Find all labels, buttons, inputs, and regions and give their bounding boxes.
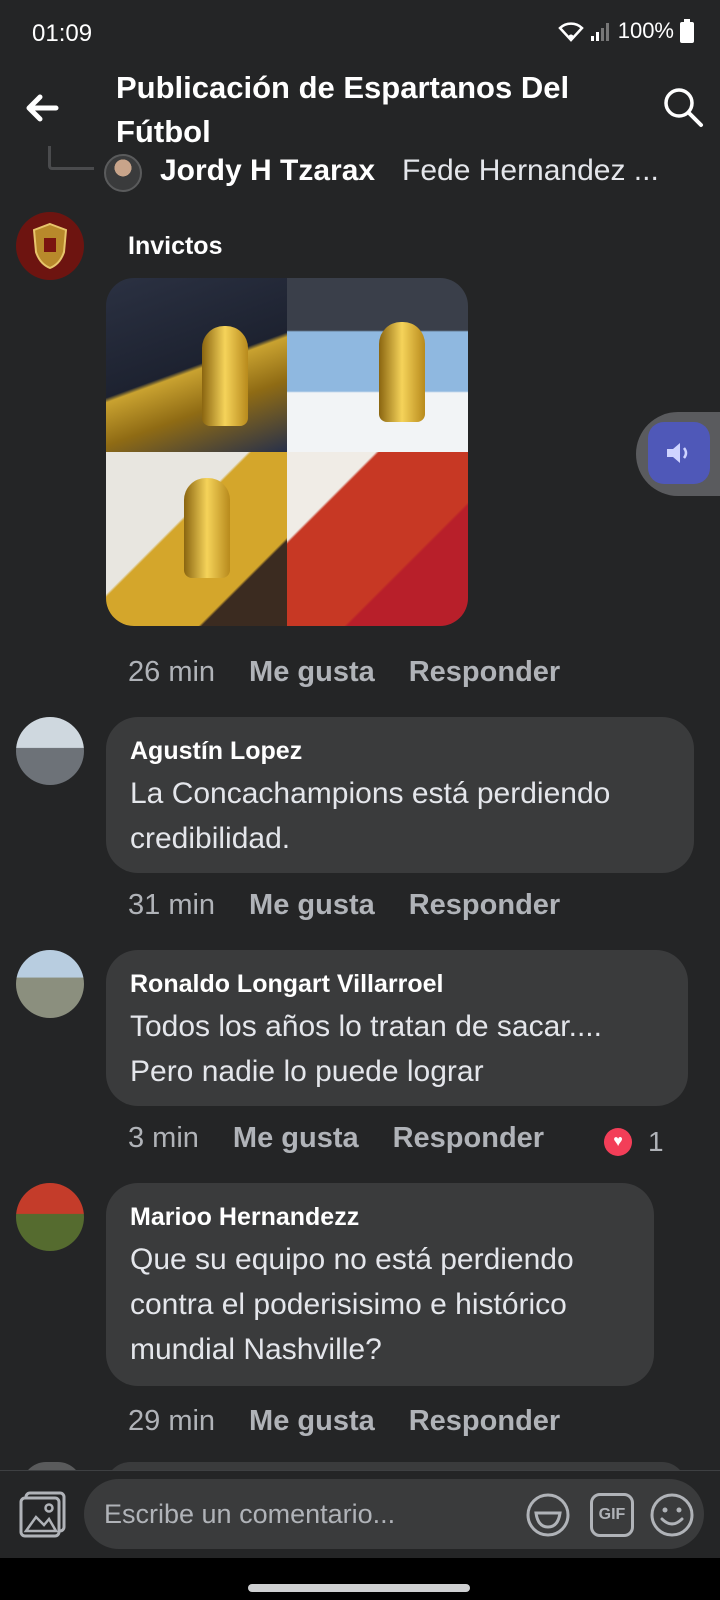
thread-author-name[interactable]: Jordy H Tzarax bbox=[160, 154, 375, 188]
avatar[interactable] bbox=[16, 717, 84, 785]
like-button[interactable]: Me gusta bbox=[233, 1122, 359, 1155]
image-tile bbox=[287, 278, 468, 452]
battery-percent: 100% bbox=[617, 18, 674, 43]
reaction-summary[interactable]: ♥ 1 bbox=[604, 1126, 664, 1158]
comment-image[interactable] bbox=[106, 278, 468, 626]
reply-button[interactable]: Responder bbox=[409, 889, 560, 922]
page-title: Publicación de Espartanos Del Fútbol bbox=[116, 70, 570, 149]
heart-icon: ♥ bbox=[604, 1128, 632, 1156]
comment-author-name[interactable]: Invictos bbox=[128, 232, 222, 261]
gif-label: GIF bbox=[598, 1506, 626, 1523]
comment-author-name[interactable]: Ronaldo Longart Villarroel bbox=[130, 968, 664, 1000]
reply-button[interactable]: Responder bbox=[409, 656, 560, 689]
comment-time: 29 min bbox=[128, 1405, 216, 1437]
like-button[interactable]: Me gusta bbox=[249, 889, 375, 922]
comment-text: La Concachampions está perdiendo credibi… bbox=[130, 777, 611, 855]
comment-bubble[interactable]: Ronaldo Longart Villarroel Todos los año… bbox=[106, 950, 688, 1106]
photo-icon[interactable] bbox=[18, 1489, 68, 1539]
status-icons: 100% bbox=[557, 18, 694, 44]
emoji-icon[interactable] bbox=[648, 1491, 696, 1539]
avatar[interactable] bbox=[16, 1183, 84, 1251]
comment-actions: 26 min Me gusta Responder bbox=[128, 656, 560, 689]
comment-input-container[interactable]: GIF bbox=[84, 1479, 704, 1549]
avatar[interactable] bbox=[16, 212, 84, 280]
comment-actions: 31 min Me gusta Responder bbox=[128, 889, 560, 922]
like-button[interactable]: Me gusta bbox=[249, 656, 375, 689]
arrow-left-icon[interactable] bbox=[22, 88, 62, 128]
status-bar: 01:09 100% bbox=[0, 0, 720, 60]
comment-actions: 3 min Me gusta Responder bbox=[128, 1122, 544, 1155]
search-icon[interactable] bbox=[662, 86, 704, 128]
comment-time: 26 min bbox=[128, 656, 216, 688]
reply-button[interactable]: Responder bbox=[409, 1405, 560, 1438]
sticker-icon[interactable] bbox=[524, 1491, 572, 1539]
image-tile bbox=[106, 452, 287, 626]
speaker-icon bbox=[667, 443, 688, 463]
thread-more-authors[interactable]: Fede Hernandez ... bbox=[402, 154, 659, 188]
avatar[interactable] bbox=[104, 154, 142, 192]
reply-button[interactable]: Responder bbox=[393, 1122, 544, 1155]
like-button[interactable]: Me gusta bbox=[249, 1405, 375, 1438]
comment-actions: 29 min Me gusta Responder bbox=[128, 1405, 560, 1438]
image-tile bbox=[287, 452, 468, 626]
status-time: 01:09 bbox=[32, 20, 93, 47]
shield-logo-icon bbox=[32, 222, 68, 270]
float-audio-button[interactable] bbox=[648, 422, 710, 484]
wifi-icon bbox=[557, 22, 584, 42]
comment-text: Todos los años lo tratan de sacar.... Pe… bbox=[130, 1010, 602, 1088]
home-indicator[interactable] bbox=[248, 1584, 470, 1592]
gif-button[interactable]: GIF bbox=[590, 1493, 634, 1537]
comment-composer: GIF bbox=[0, 1470, 720, 1558]
comment-text: Que su equipo no está perdiendo contra e… bbox=[130, 1243, 574, 1366]
comment-bubble[interactable]: Agustín Lopez La Concachampions está per… bbox=[106, 717, 694, 873]
battery-icon bbox=[680, 19, 694, 43]
signal-icon bbox=[590, 23, 609, 41]
thread-parent-row[interactable]: Jordy H Tzarax Fede Hernandez ... bbox=[0, 146, 720, 194]
comment-bubble[interactable]: Marioo Hernandezz Que su equipo no está … bbox=[106, 1183, 654, 1386]
thread-connector bbox=[48, 146, 94, 170]
system-nav-bar bbox=[0, 1558, 720, 1600]
floating-audio-handle[interactable] bbox=[636, 412, 720, 496]
comment-input[interactable] bbox=[104, 1479, 504, 1549]
comment-time: 31 min bbox=[128, 889, 216, 921]
comment-time: 3 min bbox=[128, 1122, 199, 1154]
comment-author-name[interactable]: Agustín Lopez bbox=[130, 735, 670, 767]
reaction-count: 1 bbox=[648, 1126, 664, 1157]
comment-author-name[interactable]: Marioo Hernandezz bbox=[130, 1201, 630, 1233]
avatar[interactable] bbox=[16, 950, 84, 1018]
header: Publicación de Espartanos Del Fútbol bbox=[0, 60, 720, 152]
image-tile bbox=[106, 278, 287, 452]
